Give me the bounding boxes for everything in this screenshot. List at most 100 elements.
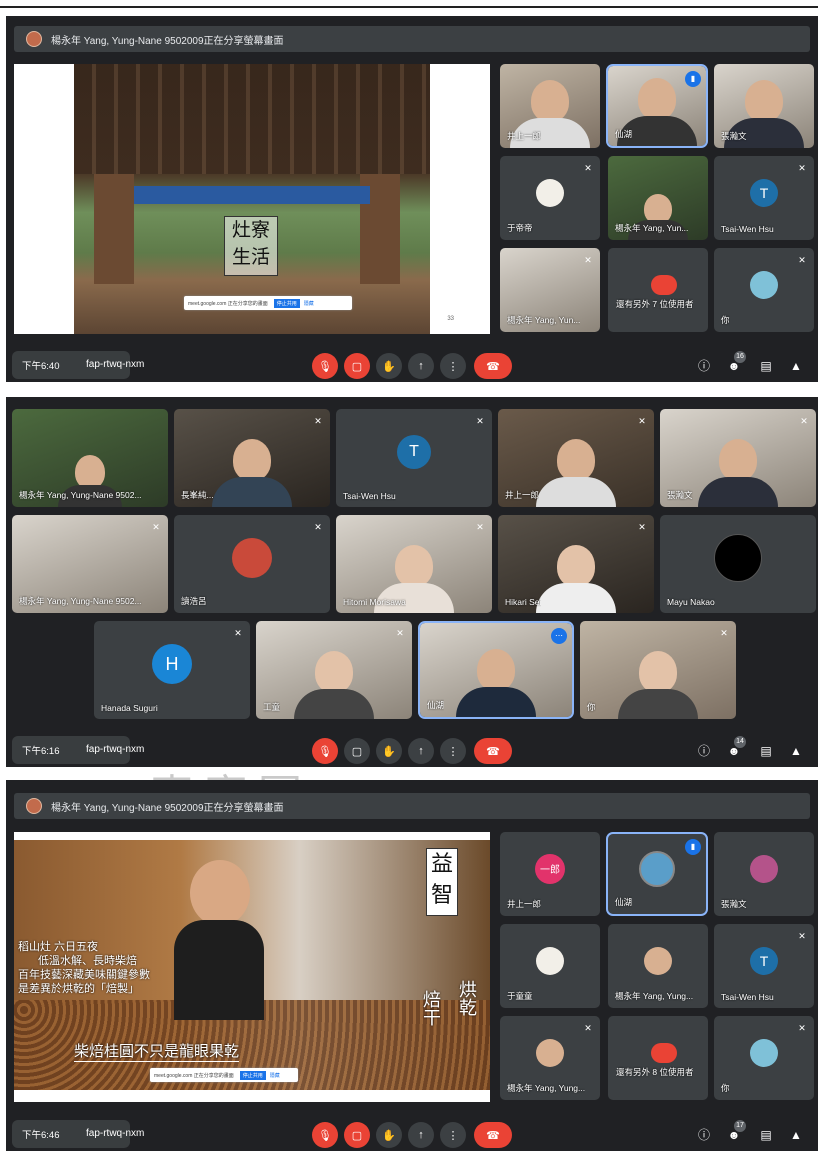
participant-tile-10[interactable]: Mayu Nakao [660,515,816,613]
participant-name: 楊永年 Yang, Yung-Nane 9502... [19,490,142,500]
slide-vertical-text-1: 烘乾 [457,980,477,1016]
participant-tile-4[interactable]: ✕ 于帝帝 [500,156,600,240]
slide-photo-pavilion: 灶寮 生活 [74,64,430,334]
participant-tile-13[interactable]: ⋯ 仙湖 [418,621,574,719]
mic-off-icon: ✕ [584,1023,592,1033]
participant-tile-11[interactable]: ✕ H Hanada Suguri [94,621,250,719]
participant-tile-1[interactable]: 井上一郎 [500,64,600,148]
people-icon[interactable]: ☻ 14 [726,736,746,759]
participant-name: 楊永年 Yang, Yung... [615,991,694,1001]
participant-tile-2[interactable]: ✕ 長峯純... [174,409,330,507]
participant-tile-12[interactable]: ✕ 工童 [256,621,412,719]
mic-off-icon: ✕ [476,522,484,532]
participant-name: 張瀚文 [667,490,693,500]
self-tile[interactable]: ✕ 你 [580,621,736,719]
mic-toggle-button[interactable]: 🎙 [312,1122,338,1148]
more-options-button[interactable]: ⋮ [440,353,466,379]
meet-screenshot-2: 楊永年 Yang, Yung-Nane 9502... ✕ 長峯純... ✕ T… [6,397,818,767]
participant-tile-5[interactable]: ✕ 張瀚文 [660,409,816,507]
clock-time: 下午6:16 [22,746,60,757]
participant-name: 你 [721,1083,730,1093]
mic-toggle-button[interactable]: 🎙 [312,353,338,379]
more-options-button[interactable]: ⋮ [440,1122,466,1148]
participant-tile-6[interactable]: ✕ T Tsai-Wen Hsu [714,156,814,240]
participant-name: 讀浩呂 [181,596,207,606]
slide-vertical-text-2: 焙干 [421,990,441,1026]
activities-icon[interactable]: ▲ [788,743,804,759]
hide-button[interactable]: 隱藏 [304,300,314,307]
participant-tile-6[interactable]: ✕ T Tsai-Wen Hsu [714,924,814,1008]
participant-name: 楊永年 Yang, Yung... [507,1083,586,1093]
mic-off-icon: ✕ [798,163,806,173]
participant-tile-5[interactable]: 楊永年 Yang, Yung... [608,924,708,1008]
stop-sharing-button[interactable]: 停止共用 [239,1070,266,1080]
people-count-badge: 17 [734,1120,746,1132]
participant-video [536,439,616,507]
mic-off-icon: ✕ [800,416,808,426]
raise-hand-button[interactable]: ✋ [376,1122,402,1148]
avatar-image [639,851,675,888]
self-tile[interactable]: ✕ 你 [714,248,814,332]
avatar-image [232,538,272,579]
mic-off-icon: ✕ [152,522,160,532]
more-participants-tile[interactable]: 還有另外 7 位使用者 [608,248,708,332]
raise-hand-button[interactable]: ✋ [376,353,402,379]
self-tile[interactable]: ✕ 你 [714,1016,814,1100]
participant-tile-8[interactable]: ✕ Hitomi Morisawa [336,515,492,613]
participant-tile-2[interactable]: ▮ 仙湖 [606,64,708,148]
end-call-button[interactable]: ☎ [474,1122,512,1148]
end-call-button[interactable]: ☎ [474,353,512,379]
activities-icon[interactable]: ▲ [788,1127,804,1143]
more-options-button[interactable]: ⋮ [440,738,466,764]
people-icon[interactable]: ☻ 17 [726,1120,746,1143]
people-icon[interactable]: ☻ 16 [726,351,746,374]
participant-video [536,545,616,613]
more-participants-tile[interactable]: 還有另外 8 位使用者 [608,1016,708,1100]
presenter-avatar [26,31,42,47]
more-participants-label: 還有另外 8 位使用者 [616,1067,694,1077]
participant-tile-7[interactable]: ✕ 楊永年 Yang, Yung... [500,1016,600,1100]
participant-name: Tsai-Wen Hsu [343,491,396,501]
chat-icon[interactable]: ▤ [758,1127,774,1143]
participant-tile-3[interactable]: 張瀚文 [714,64,814,148]
participant-tile-3[interactable]: ✕ T Tsai-Wen Hsu [336,409,492,507]
present-button[interactable]: ↑ [408,353,434,379]
participant-tile-1[interactable]: 一郎 井上一郎 [500,832,600,916]
participant-name: Hikari Sei [505,597,542,607]
avatar-letter: H [152,644,192,685]
camera-toggle-button[interactable]: ▢ [344,1122,370,1148]
hide-button[interactable]: 隱藏 [270,1072,280,1079]
more-options-icon[interactable]: ⋯ [551,628,567,644]
participant-tile-5[interactable]: 楊永年 Yang, Yun... [608,156,708,240]
camera-toggle-button[interactable]: ▢ [344,353,370,379]
participant-tile-1[interactable]: 楊永年 Yang, Yung-Nane 9502... [12,409,168,507]
chat-icon[interactable]: ▤ [758,358,774,374]
participant-tile-3[interactable]: 張瀚文 [714,832,814,916]
participant-tile-2[interactable]: ▮ 仙湖 [606,832,708,916]
participant-name: 井上一郎 [507,899,542,909]
avatar-image [644,946,672,975]
participant-name: 楊永年 Yang, Yun... [507,315,581,325]
info-icon[interactable]: ⓘ [696,1127,712,1143]
end-call-button[interactable]: ☎ [474,738,512,764]
participant-tile-9[interactable]: ✕ Hikari Sei [498,515,654,613]
info-icon[interactable]: ⓘ [696,358,712,374]
stop-sharing-button[interactable]: 停止共用 [273,298,300,308]
share-notice-bar: meet.google.com 正在分享您的畫面 停止共用 隱藏 [184,296,352,310]
participant-tile-7[interactable]: ✕ 楊永年 Yang, Yun... [500,248,600,332]
participant-tile-4[interactable]: ✕ 井上一郎 [498,409,654,507]
participant-tile-6[interactable]: ✕ 楊永年 Yang, Yung-Nane 9502... [12,515,168,613]
present-button[interactable]: ↑ [408,1122,434,1148]
slide-title-line2: 生活 [231,246,270,268]
info-icon[interactable]: ⓘ [696,743,712,759]
participant-tile-7[interactable]: ✕ 讀浩呂 [174,515,330,613]
grouped-avatars [651,1042,677,1063]
mic-off-icon: ✕ [798,931,806,941]
mic-off-icon: ✕ [584,163,592,173]
activities-icon[interactable]: ▲ [788,358,804,374]
chat-icon[interactable]: ▤ [758,743,774,759]
mic-off-icon: ✕ [314,522,322,532]
participant-video [618,651,698,719]
shared-slide: 益 智 稻山灶 六日五夜 低溫水解、長時柴焙 百年技藝深藏美味關鍵參數 是差異於… [14,832,490,1102]
participant-tile-4[interactable]: 于童童 [500,924,600,1008]
